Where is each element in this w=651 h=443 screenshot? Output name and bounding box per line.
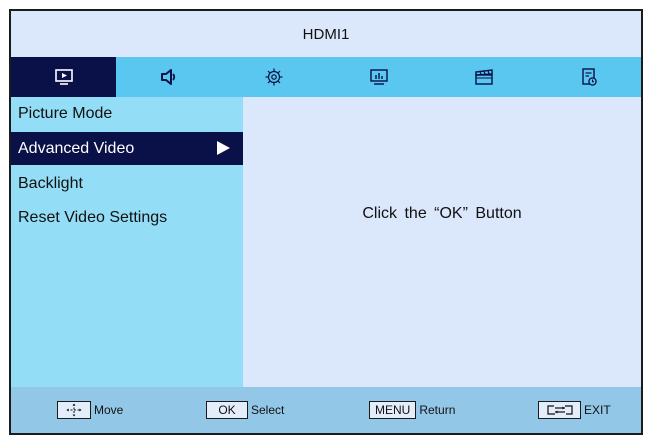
timer-icon [579, 67, 599, 87]
hint-exit: EXIT [538, 401, 611, 419]
content-panel: Click the “OK” Button [243, 97, 641, 387]
sidebar-menu: Picture Mode Advanced Video Backlight Re… [11, 97, 243, 387]
sidebar-item-label: Picture Mode [18, 104, 113, 122]
menu-key: MENU [369, 401, 417, 419]
key-hint-bar: Move OK Select MENU Return EXIT [11, 387, 641, 433]
sidebar-item-reset-video-settings[interactable]: Reset Video Settings [11, 201, 243, 234]
picture-icon [54, 68, 74, 86]
tab-media[interactable] [431, 57, 536, 97]
tab-sound[interactable] [116, 57, 221, 97]
dpad-icon [57, 401, 91, 419]
gear-icon [264, 67, 284, 87]
chart-icon [369, 68, 389, 86]
hint-return: MENU Return [369, 401, 455, 419]
clapperboard-icon [474, 68, 494, 86]
tab-settings[interactable] [221, 57, 326, 97]
move-label: Move [94, 403, 124, 417]
tab-picture[interactable] [11, 57, 116, 97]
ok-hint-text: Click the “OK” Button [362, 205, 522, 222]
tab-timer[interactable] [536, 57, 641, 97]
tab-display[interactable] [326, 57, 431, 97]
sidebar-item-label: Backlight [18, 174, 83, 192]
ok-key: OK [206, 401, 248, 419]
exit-icon [538, 401, 581, 419]
exit-label: EXIT [584, 403, 611, 417]
hint-move: Move [57, 401, 123, 419]
source-title: HDMI1 [302, 25, 350, 43]
hint-select: OK Select [206, 401, 284, 419]
return-label: Return [419, 403, 456, 417]
sidebar-item-label: Reset Video Settings [18, 208, 168, 226]
sidebar-item-picture-mode[interactable]: Picture Mode [11, 97, 243, 130]
speaker-icon [159, 68, 179, 86]
source-header: HDMI1 [11, 11, 641, 57]
tv-menu-frame: HDMI1 Picture Mode Advanced Video Backli… [9, 9, 643, 435]
select-label: Select [251, 403, 285, 417]
sidebar-item-backlight[interactable]: Backlight [11, 167, 243, 200]
submenu-arrow-icon [217, 141, 230, 155]
sidebar-item-advanced-video[interactable]: Advanced Video [11, 132, 243, 165]
category-tab-bar [11, 57, 641, 97]
sidebar-item-label: Advanced Video [18, 139, 135, 157]
